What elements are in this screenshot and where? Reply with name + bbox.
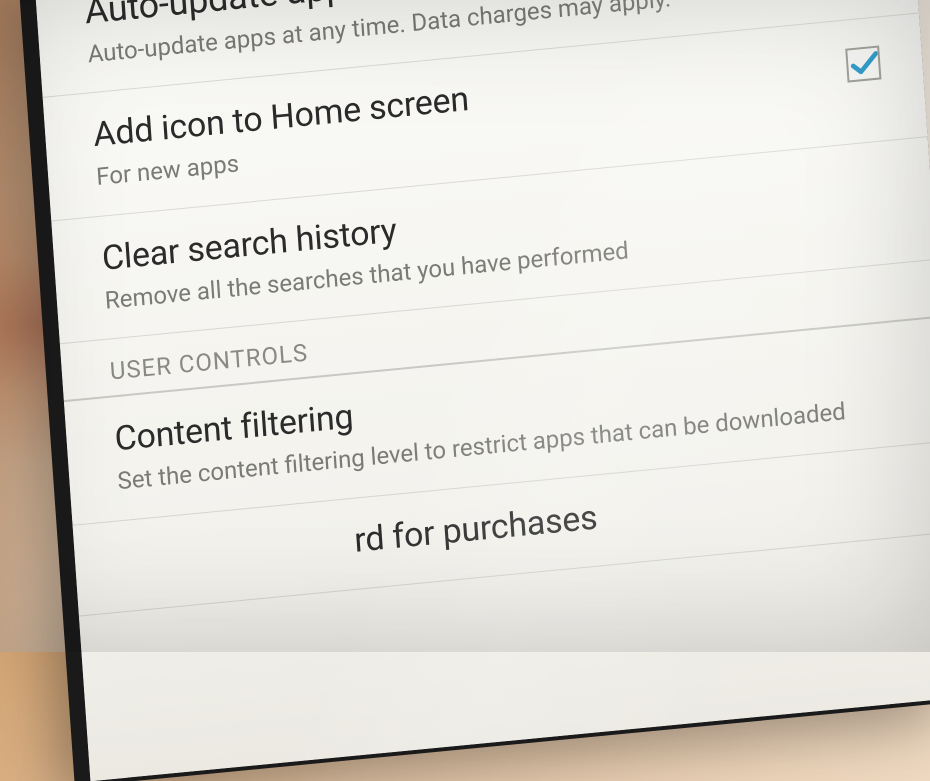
phone-frame: Auto-update apps Auto-update apps at any… [33,0,930,781]
settings-screen: Auto-update apps Auto-update apps at any… [33,0,930,781]
checkbox-add-icon[interactable] [845,46,881,83]
checkmark-icon [847,46,879,83]
